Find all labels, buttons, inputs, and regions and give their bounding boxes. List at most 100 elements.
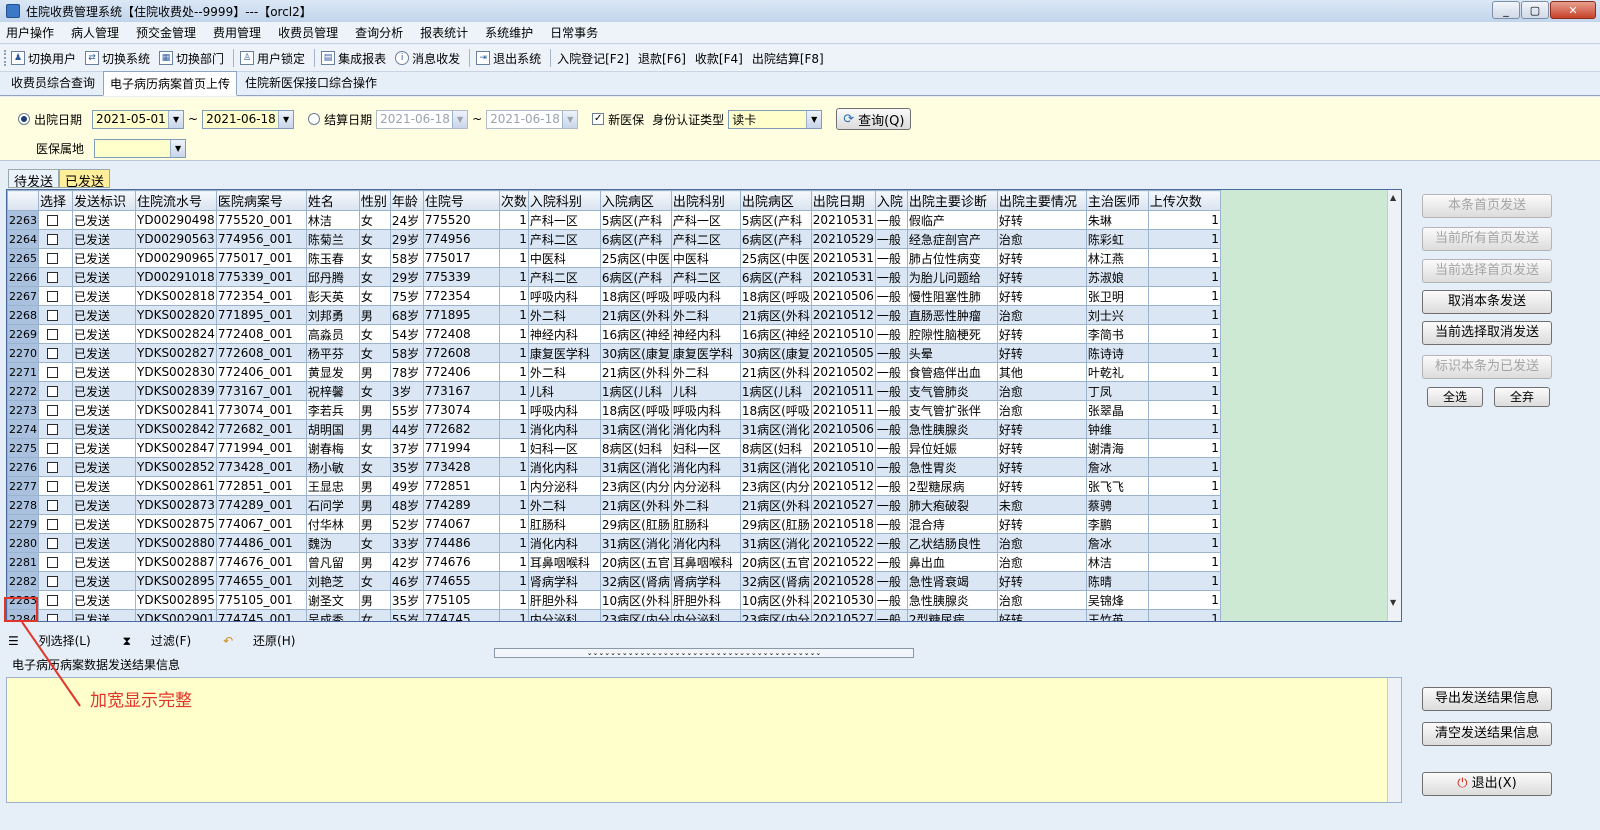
mark-sent-button[interactable]: 标识本条为已发送	[1422, 355, 1552, 379]
refresh-icon: ⟳	[843, 111, 855, 127]
table-cell: 20210527	[810, 609, 876, 621]
menu-daily-affairs[interactable]: 日常事务	[550, 24, 598, 41]
chevron-down-icon[interactable]: ▼	[278, 110, 294, 128]
scroll-up-icon[interactable]: ▲	[1390, 193, 1396, 202]
tab-new-insurance[interactable]: 住院新医保接口综合操作	[238, 70, 384, 95]
menu-cashier-management[interactable]: 收费员管理	[278, 24, 338, 41]
column-header[interactable]: 出院病区	[739, 190, 812, 211]
table-cell: 24岁	[389, 210, 424, 230]
discharge-settlement-button[interactable]: 出院结算[F8]	[752, 50, 824, 67]
admission-register-button[interactable]: 入院登记[F2]	[557, 50, 629, 67]
exit-button[interactable]: ⏻ 退出(X)	[1422, 772, 1552, 796]
grid-scrollbar[interactable]: ▲ ▼	[1387, 190, 1401, 621]
table-cell: 腔隙性脑梗死	[906, 324, 998, 344]
clear-result-button[interactable]: 清空发送结果信息	[1422, 722, 1552, 746]
settle-date-radio[interactable]	[308, 113, 321, 125]
export-result-button[interactable]: 导出发送结果信息	[1422, 687, 1552, 711]
table-cell: 1	[1147, 609, 1221, 621]
splitter-handle[interactable]: ⌄⌄⌄⌄⌄⌄⌄⌄⌄⌄⌄⌄⌄⌄⌄⌄⌄⌄⌄⌄⌄⌄⌄⌄⌄⌄⌄⌄⌄⌄⌄⌄⌄⌄⌄⌄⌄⌄⌄⌄	[494, 648, 914, 658]
collect-button[interactable]: 收款[F4]	[695, 50, 743, 67]
send-selected-button[interactable]: 当前选择首页发送	[1422, 259, 1552, 283]
table-cell: 35岁	[389, 457, 424, 477]
cancel-selected-button[interactable]: 当前选择取消发送	[1422, 321, 1552, 345]
chevron-down-icon[interactable]: ▼	[806, 110, 822, 128]
table-cell: 774745_001	[215, 609, 307, 621]
table-cell: 1病区(儿科	[739, 381, 812, 401]
result-scrollbar[interactable]	[1387, 678, 1401, 802]
settle-date-from[interactable]: 2021-06-18 ▼	[376, 109, 469, 129]
column-header[interactable]: 出院日期	[810, 190, 876, 211]
restore-button[interactable]: ↶ 还原(H)	[223, 632, 311, 649]
result-info-box[interactable]	[6, 677, 1402, 803]
column-header[interactable]: 主治医师	[1085, 190, 1149, 211]
table-cell: 直肠恶性肿瘤	[906, 305, 998, 325]
cancel-this-button[interactable]: 取消本条发送	[1422, 290, 1552, 314]
table-cell: 急性肾衰竭	[906, 571, 998, 591]
table-cell: 治愈	[996, 229, 1087, 249]
send-all-button[interactable]: 当前所有首页发送	[1422, 227, 1552, 251]
table-cell: 54岁	[389, 324, 424, 344]
select-all-button[interactable]: 全选	[1427, 387, 1483, 407]
refund-button[interactable]: 退款[F6]	[638, 50, 686, 67]
column-header[interactable]: 出院主要情况	[996, 190, 1087, 211]
table-cell: 10病区(外科	[599, 590, 672, 610]
column-header[interactable]: 姓名	[305, 190, 360, 211]
table-cell: 1	[1147, 267, 1221, 287]
menu-query-analysis[interactable]: 查询分析	[355, 24, 403, 41]
send-this-button[interactable]: 本条首页发送	[1422, 194, 1552, 218]
minimize-button[interactable]: _	[1492, 1, 1520, 19]
table-cell: 29病区(肛肠	[739, 514, 812, 534]
lock-user-button[interactable]: ♙ 用户锁定	[240, 50, 305, 67]
table-cell: 李鹏	[1085, 514, 1149, 534]
table-cell: 1	[1147, 419, 1221, 439]
table-cell: 好转	[996, 571, 1087, 591]
table-cell: 林洁	[305, 210, 360, 230]
chevron-down-icon[interactable]: ▼	[562, 110, 578, 128]
table-cell: 一般	[874, 438, 908, 458]
integrated-report-button[interactable]: ▤ 集成报表	[321, 50, 386, 67]
column-header[interactable]: 年龄	[389, 190, 424, 211]
table-cell: 乙状结肠良性	[906, 533, 998, 553]
column-header[interactable]: 入院	[874, 190, 908, 211]
table-cell: 775017	[422, 248, 500, 268]
table-cell: 谢春梅	[305, 438, 360, 458]
table-cell: 邱丹腾	[305, 267, 360, 287]
column-header[interactable]: 次数	[498, 190, 529, 211]
column-header[interactable]: 医院病案号	[215, 190, 307, 211]
discharge-date-to[interactable]: 2021-06-18 ▼	[202, 109, 295, 129]
column-header[interactable]: 出院主要诊断	[906, 190, 998, 211]
table-cell: 急性胰腺炎	[906, 419, 998, 439]
column-header[interactable]: 上传次数	[1147, 190, 1221, 211]
menu-system-maintenance[interactable]: 系统维护	[485, 24, 533, 41]
column-header[interactable]: 住院号	[422, 190, 500, 211]
table-cell: 1	[498, 495, 529, 515]
column-header[interactable]: 入院病区	[599, 190, 672, 211]
column-header[interactable]: 出院科别	[670, 190, 741, 211]
scroll-down-icon[interactable]: ▼	[1390, 598, 1396, 607]
message-button[interactable]: i 消息收发	[395, 50, 460, 67]
menu-fee-management[interactable]: 费用管理	[213, 24, 261, 41]
close-button[interactable]: ✕	[1550, 1, 1596, 19]
chevron-down-icon[interactable]: ▼	[452, 110, 468, 128]
table-cell: 女	[358, 343, 391, 363]
column-header[interactable]: 性别	[358, 190, 391, 211]
table-cell: 杨小敏	[305, 457, 360, 477]
new-insurance-checkbox[interactable]: ✓	[592, 113, 605, 125]
table-cell: 772682_001	[215, 419, 307, 439]
settle-date-to[interactable]: 2021-06-18 ▼	[486, 109, 579, 129]
table-cell: 吴成秀	[305, 609, 360, 621]
query-button[interactable]: ⟳ 查询(Q)	[836, 108, 912, 130]
maximize-button[interactable]: ▢	[1521, 1, 1549, 19]
table-cell: 产科二区	[670, 229, 741, 249]
table-cell: 1	[498, 609, 529, 621]
exit-system-button[interactable]: ⇥ 退出系统	[476, 50, 541, 67]
menu-report-statistics[interactable]: 报表统计	[420, 24, 468, 41]
table-cell: 治愈	[996, 590, 1087, 610]
column-header[interactable]: 入院科别	[527, 190, 601, 211]
deselect-all-button[interactable]: 全弃	[1494, 387, 1550, 407]
table-cell: 773428_001	[215, 457, 307, 477]
id-type-select[interactable]: 读卡 ▼	[728, 109, 823, 129]
table-cell: 肺占位性病变	[906, 248, 998, 268]
table-cell: 35岁	[389, 590, 424, 610]
annotation-arrow	[21, 621, 81, 707]
